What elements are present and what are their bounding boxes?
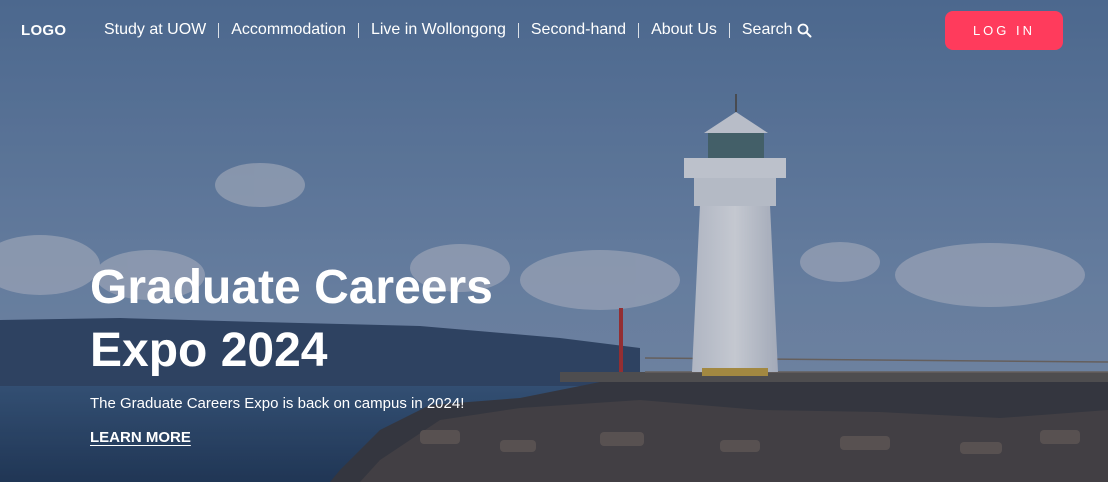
learn-more-link[interactable]: LEARN MORE	[90, 429, 191, 446]
nav-item-live[interactable]: Live in Wollongong	[371, 21, 506, 39]
top-navigation: LOGO Study at UOW Accommodation Live in …	[0, 0, 1108, 64]
nav-item-search[interactable]: Search	[742, 21, 812, 39]
login-button[interactable]: LOG IN	[945, 11, 1063, 50]
nav-item-second-hand[interactable]: Second-hand	[531, 21, 626, 39]
hero-subtitle: The Graduate Careers Expo is back on cam…	[90, 395, 465, 412]
nav-item-about[interactable]: About Us	[651, 21, 717, 39]
nav-item-study[interactable]: Study at UOW	[104, 21, 206, 39]
nav-item-accommodation[interactable]: Accommodation	[231, 21, 346, 39]
search-icon	[797, 23, 812, 37]
nav-divider	[218, 22, 220, 38]
nav-menu: Study at UOW Accommodation Live in Wollo…	[104, 21, 812, 39]
hero-banner: LOGO Study at UOW Accommodation Live in …	[0, 0, 1108, 482]
search-label: Search	[741, 21, 793, 38]
logo[interactable]: LOGO	[21, 22, 66, 39]
hero-title: Graduate Careers Expo 2024	[90, 261, 493, 377]
nav-divider	[638, 22, 640, 38]
nav-divider	[357, 22, 359, 38]
nav-divider	[728, 22, 730, 38]
nav-divider	[517, 22, 519, 38]
